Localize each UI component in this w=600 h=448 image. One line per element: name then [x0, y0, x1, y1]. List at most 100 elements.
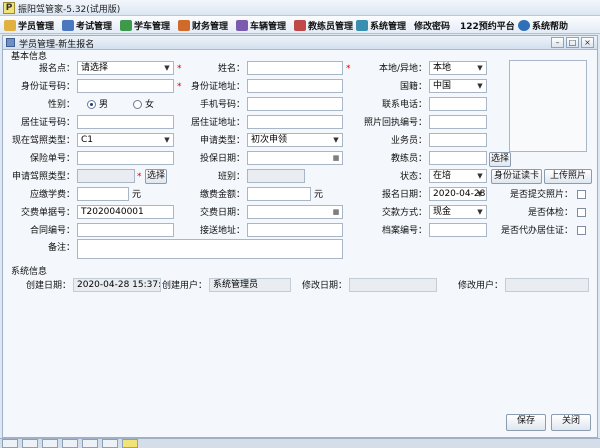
system-icon	[356, 19, 368, 31]
menu-label: 系统管理	[370, 21, 407, 32]
remark-textarea[interactable]	[77, 239, 343, 259]
insurance-no-input[interactable]	[77, 151, 174, 165]
taskbar-item[interactable]	[2, 439, 18, 448]
proxy-residence-label: 是否代办居住证：	[500, 226, 573, 236]
apply-license-input[interactable]	[77, 169, 135, 183]
chevron-down-icon: ▼	[333, 136, 339, 144]
archive-no-label: 档案编号：	[381, 226, 427, 236]
health-check-label: 是否体检：	[527, 208, 573, 218]
phone-label: 手机号码：	[199, 100, 245, 110]
pay-amount-label: 缴费金额：	[199, 190, 245, 200]
menu-label: 学员管理	[18, 21, 55, 32]
read-id-card-button[interactable]: 身份证读卡	[491, 169, 542, 184]
pay-method-select[interactable]: 现金 ▼	[429, 205, 487, 219]
proxy-residence-checkbox[interactable]	[577, 226, 586, 235]
insure-date-picker[interactable]: ▦	[247, 151, 343, 165]
archive-no-input[interactable]	[429, 223, 487, 237]
menu-122[interactable]: 122预约平台	[460, 18, 515, 32]
local-remote-select[interactable]: 本地 ▼	[429, 61, 487, 75]
gender-female-label: 女	[145, 100, 155, 110]
gender-male-radio[interactable]	[87, 100, 96, 109]
section-system: 系统信息	[11, 267, 48, 277]
menu-help[interactable]: 系统帮助	[518, 18, 568, 32]
residence-no-label: 居住证号码：	[20, 118, 75, 128]
signup-date-picker[interactable]: 2020-04-28 ▼	[429, 187, 487, 201]
receipt-no-label: 交费单据号：	[20, 208, 75, 218]
class-input[interactable]	[247, 169, 305, 183]
id-number-input[interactable]	[77, 79, 174, 93]
select-value: C1	[81, 135, 94, 145]
maximize-button[interactable]: □	[566, 37, 579, 48]
photo-receipt-label: 照片回执编号：	[363, 118, 427, 128]
choose-license-button[interactable]: 选择	[145, 169, 167, 184]
residence-no-input[interactable]	[77, 115, 174, 129]
pay-amount-input[interactable]	[247, 187, 311, 201]
photo-submitted-checkbox[interactable]	[577, 190, 586, 199]
child-title: 学员管理-新生报名	[19, 40, 95, 50]
contract-no-input[interactable]	[77, 223, 174, 237]
section-basic: 基本信息	[11, 52, 48, 62]
menu-exam[interactable]: 考试管理	[62, 18, 112, 32]
menu-finance[interactable]: 财务管理	[178, 18, 228, 32]
window-icon	[6, 38, 15, 47]
taskbar-item[interactable]	[102, 439, 118, 448]
pay-date-picker[interactable]: ▦	[247, 205, 343, 219]
taskbar-item[interactable]	[82, 439, 98, 448]
salesman-input[interactable]	[429, 133, 487, 147]
finance-icon	[178, 19, 190, 31]
menu-system[interactable]: 系统管理	[356, 18, 406, 32]
coach-input[interactable]	[429, 151, 487, 165]
local-remote-label: 本地/异地：	[378, 64, 427, 74]
signup-point-label: 报名点：	[38, 64, 75, 74]
nationality-select[interactable]: 中国 ▼	[429, 79, 487, 93]
close-window-button[interactable]: ×	[581, 37, 594, 48]
chevron-down-icon: ▼	[477, 208, 483, 216]
fee-due-unit: 元	[132, 190, 142, 200]
apply-type-label: 申请类型：	[199, 136, 245, 146]
fee-due-label: 应缴学费：	[29, 190, 75, 200]
residence-addr-input[interactable]	[247, 115, 343, 129]
gender-label: 性别：	[47, 100, 75, 110]
nationality-label: 国籍：	[399, 82, 427, 92]
fee-due-input[interactable]	[77, 187, 129, 201]
choose-coach-button[interactable]: 选择	[489, 152, 511, 167]
minimize-button[interactable]: –	[551, 37, 564, 48]
coach-label: 教练员：	[390, 154, 427, 164]
contact-phone-label: 联系电话：	[381, 100, 427, 110]
menu-password[interactable]: 修改密码	[414, 18, 450, 32]
contact-phone-input[interactable]	[429, 97, 487, 111]
select-value: 初次申领	[251, 135, 288, 145]
taskbar-item[interactable]	[62, 439, 78, 448]
apply-type-select[interactable]: 初次申领 ▼	[247, 133, 343, 147]
menu-vehicle[interactable]: 车辆管理	[236, 18, 286, 32]
save-button[interactable]: 保存	[506, 414, 546, 431]
photo-receipt-input[interactable]	[429, 115, 487, 129]
pay-amount-unit: 元	[314, 190, 324, 200]
health-check-checkbox[interactable]	[577, 208, 586, 217]
child-titlebar: 学员管理-新生报名 – □ ×	[3, 36, 597, 50]
menu-coach[interactable]: 教练员管理	[294, 18, 353, 32]
select-value: 在培	[433, 171, 452, 181]
close-button[interactable]: 关闭	[551, 414, 591, 431]
menu-label: 教练员管理	[308, 21, 354, 32]
window-titlebar: P 振阳驾管家-5.32(试用版)	[0, 0, 600, 16]
gender-female-radio[interactable]	[133, 100, 142, 109]
menu-label: 122预约平台	[460, 21, 515, 32]
name-input[interactable]	[247, 61, 343, 75]
pickup-addr-input[interactable]	[247, 223, 343, 237]
receipt-no-input[interactable]: T2020040001	[77, 205, 174, 219]
status-select[interactable]: 在培 ▼	[429, 169, 487, 183]
created-user-value: 系统管理员	[209, 278, 291, 292]
signup-point-select[interactable]: 请选择 ▼	[77, 61, 174, 75]
phone-input[interactable]	[247, 97, 343, 111]
taskbar-item[interactable]	[22, 439, 38, 448]
menu-student[interactable]: 学员管理	[4, 18, 54, 32]
taskbar-app-icon[interactable]	[122, 439, 138, 448]
current-license-select[interactable]: C1 ▼	[77, 133, 174, 147]
taskbar-item[interactable]	[42, 439, 58, 448]
gender-male-label: 男	[99, 100, 109, 110]
upload-photo-button[interactable]: 上传照片	[544, 169, 592, 184]
insure-date-label: 投保日期：	[199, 154, 245, 164]
menu-driving[interactable]: 学车管理	[120, 18, 170, 32]
id-address-input[interactable]	[247, 79, 343, 93]
